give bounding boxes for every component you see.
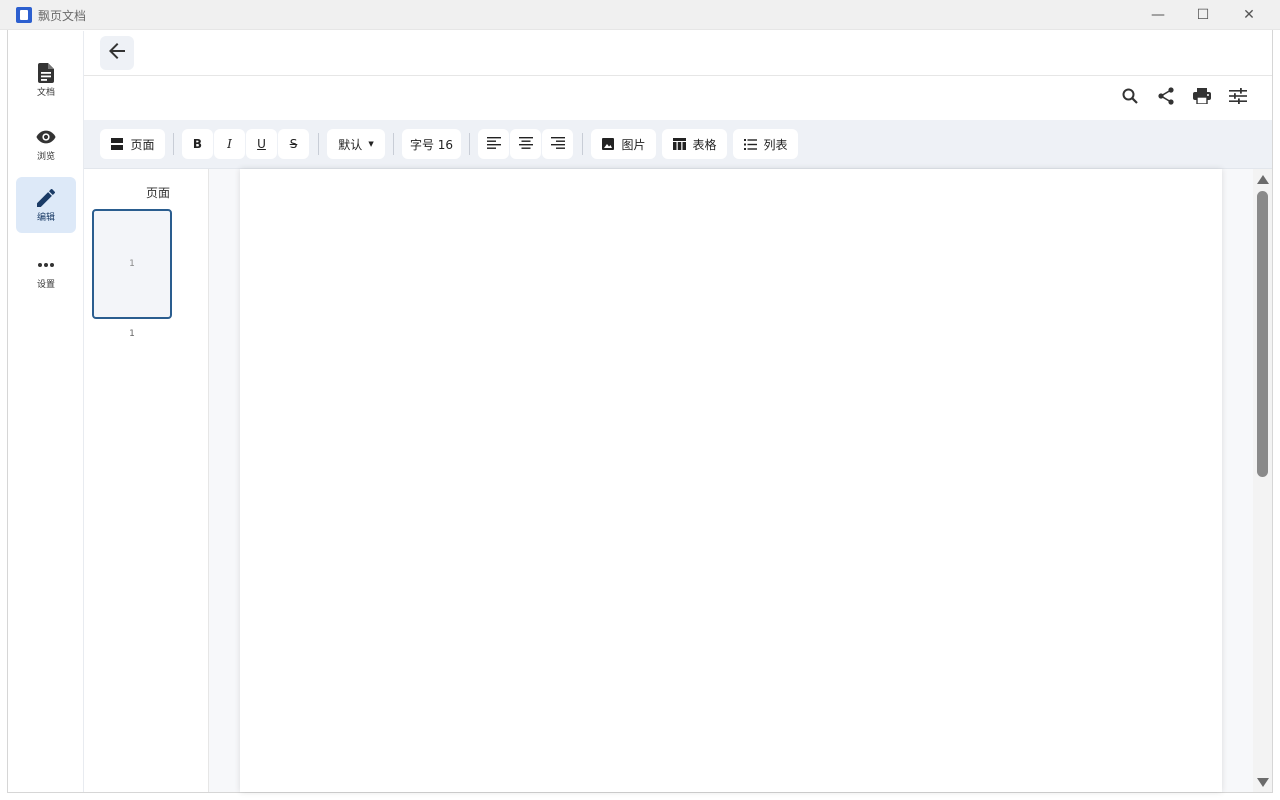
back-button[interactable] [100,36,134,70]
strikethrough-button[interactable]: S [278,129,309,159]
pencil-icon [36,188,56,208]
italic-button[interactable]: I [214,129,245,159]
insert-list-button[interactable]: 列表 [733,129,798,159]
minimize-icon: — [1151,7,1165,23]
italic-label: I [227,137,232,151]
maximize-icon: ☐ [1196,7,1210,23]
close-icon: ✕ [1243,7,1255,23]
underline-button[interactable]: U [246,129,277,159]
strikethrough-label: S [289,137,298,151]
insert-table-button[interactable]: 表格 [662,129,727,159]
align-left-button[interactable] [478,129,509,159]
list-icon [743,137,757,151]
tune-icon [1229,88,1247,108]
align-left-icon [486,136,501,153]
font-family-select[interactable]: 默认 ▼ [327,129,385,159]
vertical-scrollbar[interactable] [1253,169,1272,792]
document-page[interactable] [240,169,1222,792]
window-title: 飘页文档 [38,9,87,23]
font-size-label: 字号 16 [409,137,454,152]
pages-panel-title: 页面 [145,186,170,200]
search-icon [1122,88,1138,108]
rail-label-edit: 编辑 [36,212,55,223]
window-frame-bottom [7,792,1273,793]
underline-label: U [257,137,266,151]
share-button[interactable] [1154,86,1178,110]
align-center-button[interactable] [510,129,541,159]
image-icon [601,137,615,151]
arrow-left-icon [109,43,125,63]
app-logo-icon [16,7,32,23]
formatting-toolbar: 页面 B I U S 默认 ▼ 字号 16 图片 表格 列表 [84,120,1272,169]
close-button[interactable]: ✕ [1226,0,1272,30]
action-row [84,76,1272,120]
page-layout-label: 页面 [130,137,155,152]
document-icon [36,62,56,83]
insert-image-button[interactable]: 图片 [591,129,656,159]
rail-item-edit[interactable]: 编辑 [16,177,76,233]
nav-rail: 文档 浏览 编辑 设置 [8,31,84,792]
title-bar: 飘页文档 — ☐ ✕ [0,0,1280,30]
rail-label-documents: 文档 [36,87,55,98]
scroll-thumb[interactable] [1257,191,1268,477]
eye-icon [36,127,56,147]
rail-item-documents[interactable]: 文档 [16,52,76,108]
minimize-button[interactable]: — [1135,0,1181,30]
scroll-up-arrow-icon[interactable] [1257,175,1269,184]
editor-canvas [209,169,1253,792]
app-bar [84,31,1272,76]
page-thumbnail-caption: 1 [129,329,135,339]
toolbar-divider [173,133,174,155]
font-size-button[interactable]: 字号 16 [402,129,461,159]
insert-table-label: 表格 [692,137,717,152]
share-icon [1157,87,1175,109]
tune-button[interactable] [1226,86,1250,110]
window-frame-right [1272,30,1273,793]
page-thumbnail-number: 1 [129,259,135,269]
page-layout-button[interactable]: 页面 [100,129,165,159]
dropdown-arrow-icon: ▼ [368,140,374,148]
page-thumbnail[interactable]: 1 [92,209,172,319]
page-layout-icon [110,137,124,151]
rail-item-settings[interactable]: 设置 [16,244,76,300]
toolbar-divider [393,133,394,155]
table-icon [672,137,686,151]
toolbar-divider [582,133,583,155]
pages-panel: 页面 1 1 [84,169,209,792]
bold-label: B [192,137,203,151]
print-button[interactable] [1190,86,1214,110]
bold-button[interactable]: B [182,129,213,159]
font-family-value: 默认 [338,137,363,152]
scroll-down-arrow-icon[interactable] [1257,778,1269,787]
align-right-button[interactable] [542,129,573,159]
search-button[interactable] [1118,86,1142,110]
toolbar-divider [318,133,319,155]
align-right-icon [550,136,565,153]
insert-list-label: 列表 [763,137,788,152]
align-center-icon [518,136,533,153]
rail-label-browse: 浏览 [36,151,55,162]
more-horiz-icon [36,255,56,275]
rail-label-settings: 设置 [36,279,55,290]
rail-item-browse[interactable]: 浏览 [16,116,76,172]
insert-image-label: 图片 [621,137,646,152]
toolbar-divider [469,133,470,155]
print-icon [1193,88,1211,108]
maximize-button[interactable]: ☐ [1180,0,1226,30]
